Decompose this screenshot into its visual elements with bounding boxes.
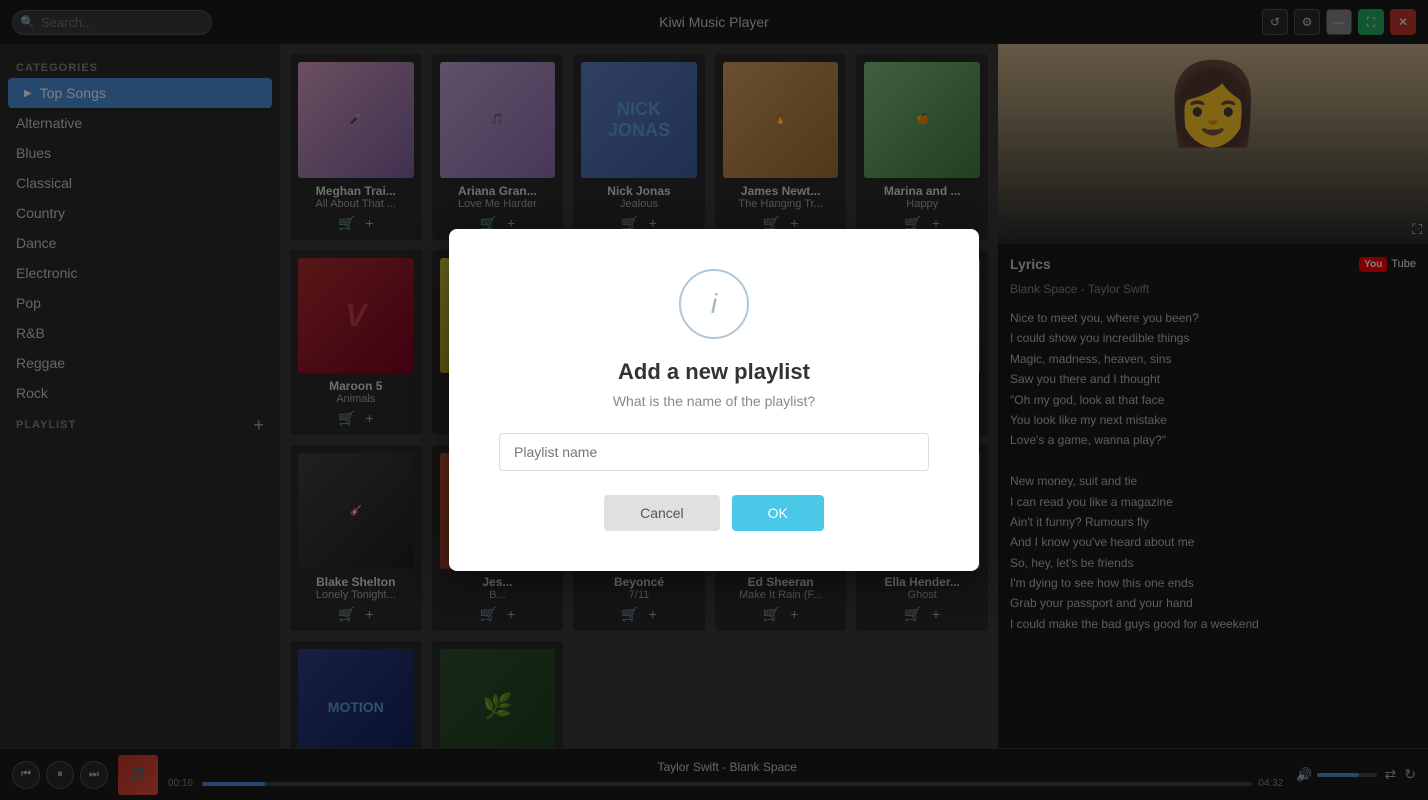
playlist-name-input[interactable] [499,433,929,471]
add-playlist-modal: i Add a new playlist What is the name of… [449,229,979,571]
modal-overlay: i Add a new playlist What is the name of… [0,0,1428,800]
cancel-button[interactable]: Cancel [604,495,720,531]
modal-title: Add a new playlist [499,359,929,385]
modal-info-icon: i [679,269,749,339]
modal-buttons: Cancel OK [499,495,929,531]
modal-subtitle: What is the name of the playlist? [499,393,929,409]
ok-button[interactable]: OK [732,495,824,531]
